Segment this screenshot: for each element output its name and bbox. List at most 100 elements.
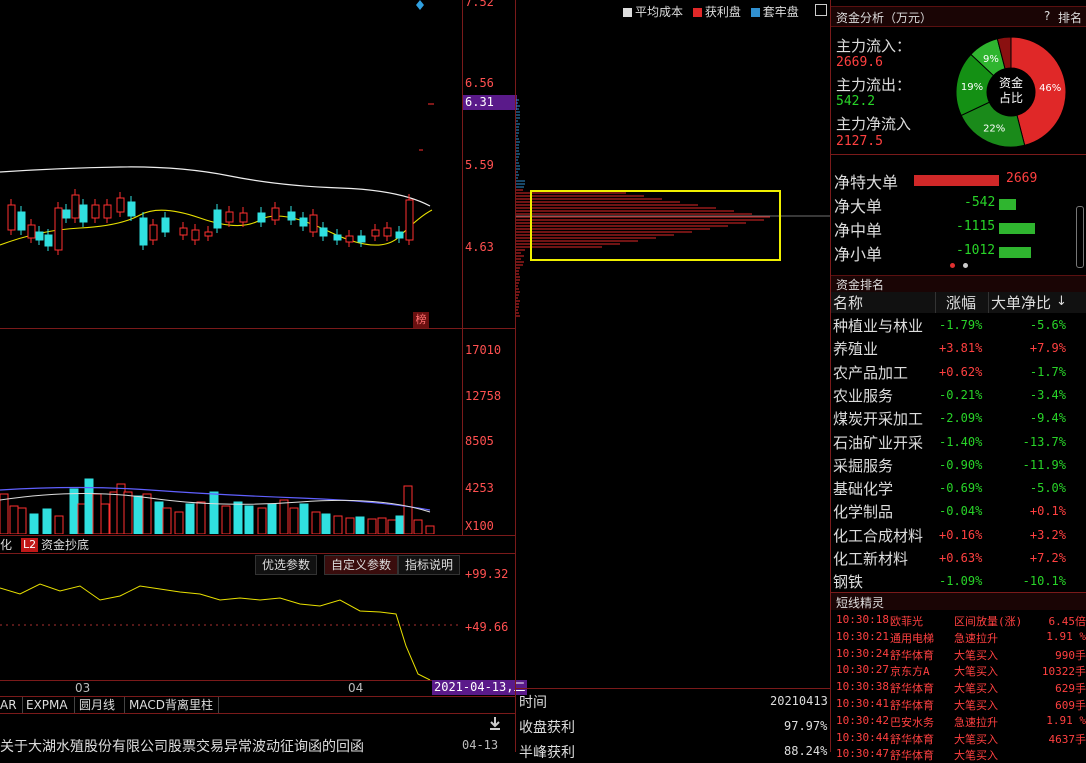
bottom-tab-ar[interactable]: AR — [0, 697, 17, 713]
volume-unit: X100 — [465, 519, 494, 533]
bottom-tab-expma[interactable]: EXPMA — [26, 697, 68, 713]
indicator-tick: +99.32 — [465, 567, 508, 581]
ranking-link[interactable]: 排名 — [1058, 9, 1082, 26]
ranking-row[interactable]: 采掘服务-0.90%-11.9% — [833, 453, 1086, 476]
net-flow-bar — [914, 175, 999, 186]
price-tick: 7.52 — [465, 0, 494, 9]
candle — [240, 213, 247, 222]
main-net-inflow-label: 主力净流入 — [836, 113, 911, 134]
ranking-title: 资金排名 — [836, 276, 884, 293]
volume-bar — [414, 520, 422, 534]
net-flow-bar — [999, 223, 1035, 234]
volume-bar — [258, 508, 266, 534]
main-net-inflow-value: 2127.5 — [836, 134, 883, 149]
avg-cost-legend: 平均成本 — [623, 5, 683, 19]
indicator-chart — [0, 556, 462, 680]
ranking-row[interactable]: 化工合成材料+0.16%+3.2% — [833, 523, 1086, 546]
candle — [28, 225, 35, 238]
ranking-row[interactable]: 钢铁-1.09%-10.1% — [833, 569, 1086, 592]
industry-name: 基础化学 — [833, 478, 893, 499]
sl-value: 10322手 — [1042, 663, 1086, 679]
candle — [92, 205, 99, 218]
ranking-row[interactable]: 养殖业+3.81%+7.9% — [833, 336, 1086, 359]
industry-name: 农产品加工 — [833, 362, 908, 383]
shortline-row[interactable]: 10:30:38舒华体育大笔买入629手 — [836, 679, 1086, 695]
news-title[interactable]: 关于大湖水殖股份有限公司股票交易异常波动征询函的回函 — [0, 736, 364, 756]
page-dot[interactable] — [963, 263, 968, 268]
indicator-tab-fund-bottom[interactable]: 资金抄底 — [41, 537, 89, 553]
volume-bar — [356, 517, 364, 534]
kline-panel[interactable]: 榜 — [0, 0, 462, 328]
industry-change: +0.63% — [939, 551, 982, 565]
candle — [140, 218, 147, 245]
candle — [192, 230, 199, 240]
bottom-tab-yuanyue[interactable]: 圆月线 — [79, 697, 115, 713]
bottom-tab-macd[interactable]: MACD背离里柱 — [129, 697, 213, 713]
ranking-row[interactable]: 农业服务-0.21%-3.4% — [833, 383, 1086, 406]
industry-name: 化工合成材料 — [833, 525, 923, 546]
ranking-row[interactable]: 种植业与林业-1.79%-5.6% — [833, 313, 1086, 336]
industry-name: 石油矿业开采 — [833, 432, 923, 453]
candle — [226, 212, 233, 222]
industry-net-ratio: +0.1% — [1030, 504, 1066, 518]
ranking-row[interactable]: 石油矿业开采-1.40%-13.7% — [833, 430, 1086, 453]
industry-change: -1.79% — [939, 318, 982, 332]
sl-value: 1.91 % — [1046, 714, 1086, 727]
page-dot-active[interactable] — [950, 263, 955, 268]
industry-change: -2.09% — [939, 411, 982, 425]
shortline-row[interactable]: 10:30:44舒华体育大笔买入4637手 — [836, 730, 1086, 746]
industry-net-ratio: -1.7% — [1030, 365, 1066, 379]
donut-label: 46% — [1039, 83, 1061, 94]
chip-settings-icon[interactable] — [815, 4, 827, 16]
net-flow-row: 净小单 -1012 — [834, 241, 1086, 265]
chip-time-value: 20210413 — [770, 694, 828, 708]
rank-badge[interactable]: 榜 — [413, 312, 429, 328]
industry-net-ratio: -11.9% — [1023, 458, 1066, 472]
price-tick: 6.56 — [465, 76, 494, 90]
current-price-badge: 6.31 — [463, 95, 517, 110]
volume-bar — [378, 518, 386, 534]
l2-badge[interactable]: L2 — [21, 538, 38, 552]
candle — [334, 235, 341, 240]
shortline-row[interactable]: 10:30:41舒华体育大笔买入609手 — [836, 696, 1086, 712]
industry-change: -1.09% — [939, 574, 982, 588]
volume-panel[interactable] — [0, 330, 462, 534]
ranking-row[interactable]: 基础化学-0.69%-5.0% — [833, 476, 1086, 499]
shortline-row[interactable]: 10:30:18欧菲光区间放量(涨)6.45倍 — [836, 612, 1086, 628]
indicator-tab-prev[interactable]: 化 — [0, 537, 12, 553]
shortline-row[interactable]: 10:30:24舒华体育大笔买入990手 — [836, 646, 1086, 662]
ranking-row[interactable]: 农产品加工 +0.62% -1.7% — [833, 360, 1086, 383]
ranking-row[interactable]: 化学制品-0.04%+0.1% — [833, 499, 1086, 522]
col-net-header[interactable]: 大单净比 — [991, 292, 1051, 313]
ranking-row[interactable]: 煤炭开采加工-2.09%-9.4% — [833, 406, 1086, 429]
indicator-panel[interactable] — [0, 556, 462, 680]
candle — [272, 208, 279, 220]
col-change-header[interactable]: 涨幅 — [946, 292, 976, 313]
download-icon[interactable] — [489, 716, 501, 730]
help-icon[interactable]: ? — [1044, 9, 1050, 23]
shortline-row[interactable]: 10:30:47舒华体育大笔买入 — [836, 746, 1086, 762]
sl-event: 大笔买入 — [954, 680, 998, 696]
sort-down-icon[interactable]: ↓ — [1056, 294, 1067, 309]
col-name-header[interactable]: 名称 — [833, 292, 863, 313]
candle — [8, 205, 15, 230]
chip-profit-value: 97.97% — [784, 719, 827, 733]
industry-change: +0.62% — [939, 365, 982, 379]
shortline-row[interactable]: 10:30:21通用电梯急速拉升1.91 % — [836, 629, 1086, 645]
shortline-row[interactable]: 10:30:42巴安水务急速拉升1.91 % — [836, 713, 1086, 729]
volume-bar — [222, 506, 230, 534]
volume-bar — [234, 502, 242, 534]
trapped-legend: 套牢盘 — [751, 5, 799, 19]
candle — [346, 236, 353, 242]
scrollbar[interactable] — [1076, 206, 1084, 268]
volume-bar — [18, 508, 26, 534]
volume-bar — [143, 494, 151, 534]
ranking-row[interactable]: 化工新材料+0.63%+7.2% — [833, 546, 1086, 569]
shortline-row[interactable]: 10:30:27京东方A大笔买入10322手 — [836, 662, 1086, 678]
sl-time: 10:30:21 — [836, 630, 889, 643]
profit-legend: 获利盘 — [693, 5, 741, 19]
sl-event: 大笔买入 — [954, 663, 998, 679]
fund-analysis-title: 资金分析（万元） — [836, 9, 932, 26]
candle — [18, 212, 25, 230]
sl-event: 大笔买入 — [954, 647, 998, 663]
